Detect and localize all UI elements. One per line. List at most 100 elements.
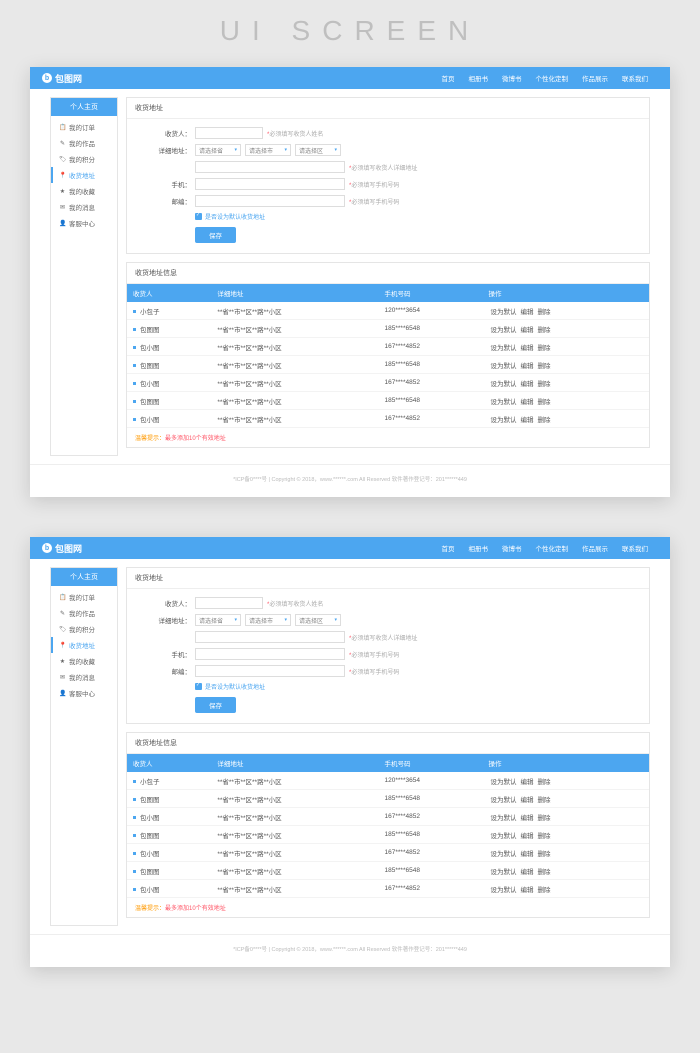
sidebar-icon: 📍 — [59, 172, 66, 179]
edit-link[interactable]: 编辑 — [520, 833, 533, 840]
delete-link[interactable]: 删除 — [537, 363, 550, 370]
city-select[interactable]: 请选择市▾ — [245, 144, 291, 156]
phone-input[interactable] — [195, 178, 345, 190]
edit-link[interactable]: 编辑 — [520, 779, 533, 786]
edit-link[interactable]: 编辑 — [520, 309, 533, 316]
set-default-link[interactable]: 设为默认 — [490, 345, 516, 352]
delete-link[interactable]: 删除 — [537, 381, 550, 388]
edit-link[interactable]: 编辑 — [520, 417, 533, 424]
delete-link[interactable]: 删除 — [537, 417, 550, 424]
set-default-link[interactable]: 设为默认 — [490, 779, 516, 786]
sidebar-item-1[interactable]: ✎我的作品 — [51, 135, 117, 151]
save-button[interactable]: 保存 — [195, 227, 236, 243]
sidebar-item-0[interactable]: 📋我的订单 — [51, 119, 117, 135]
sidebar-item-3[interactable]: 📍收货地址 — [51, 167, 117, 183]
nav-item-1[interactable]: 相册书 — [469, 73, 489, 83]
zip-input[interactable] — [195, 195, 345, 207]
sidebar-item-4[interactable]: ★我的收藏 — [51, 653, 117, 669]
cell-name: 包小图 — [140, 417, 160, 424]
nav-item-2[interactable]: 微博书 — [502, 543, 522, 553]
sidebar-item-6[interactable]: 👤客服中心 — [51, 685, 117, 701]
edit-link[interactable]: 编辑 — [520, 327, 533, 334]
sidebar-item-4[interactable]: ★我的收藏 — [51, 183, 117, 199]
set-default-link[interactable]: 设为默认 — [490, 887, 516, 894]
set-default-link[interactable]: 设为默认 — [490, 833, 516, 840]
city-select[interactable]: 请选择市▾ — [245, 614, 291, 626]
edit-link[interactable]: 编辑 — [520, 815, 533, 822]
nav-item-4[interactable]: 作品展示 — [582, 73, 608, 83]
nav-item-5[interactable]: 联系我们 — [622, 543, 648, 553]
edit-link[interactable]: 编辑 — [520, 887, 533, 894]
set-default-link[interactable]: 设为默认 — [490, 399, 516, 406]
set-default-link[interactable]: 设为默认 — [490, 381, 516, 388]
delete-link[interactable]: 删除 — [537, 869, 550, 876]
nav-item-4[interactable]: 作品展示 — [582, 543, 608, 553]
sidebar-item-0[interactable]: 📋我的订单 — [51, 589, 117, 605]
sidebar-icon: ★ — [59, 188, 66, 195]
sidebar-item-2[interactable]: 🏷我的积分 — [51, 151, 117, 167]
set-default-link[interactable]: 设为默认 — [490, 309, 516, 316]
detail-address-input[interactable] — [195, 631, 345, 643]
cell-name: 小包子 — [140, 779, 160, 786]
delete-link[interactable]: 删除 — [537, 815, 550, 822]
set-default-link[interactable]: 设为默认 — [490, 815, 516, 822]
edit-link[interactable]: 编辑 — [520, 869, 533, 876]
nav-item-3[interactable]: 个性化定制 — [536, 543, 569, 553]
sidebar-item-1[interactable]: ✎我的作品 — [51, 605, 117, 621]
form-hint: *必须填写手机号码 — [349, 197, 399, 206]
sidebar-item-5[interactable]: ✉我的消息 — [51, 199, 117, 215]
province-select[interactable]: 请选择省▾ — [195, 144, 241, 156]
logo[interactable]: b包图网 — [42, 542, 82, 555]
nav-item-1[interactable]: 相册书 — [469, 543, 489, 553]
set-default-link[interactable]: 设为默认 — [490, 869, 516, 876]
nav-item-0[interactable]: 首页 — [442, 543, 455, 553]
default-checkbox-row[interactable]: 是否设为默认收货地址 — [195, 212, 639, 221]
delete-link[interactable]: 删除 — [537, 833, 550, 840]
set-default-link[interactable]: 设为默认 — [490, 417, 516, 424]
cell-name: 包小图 — [140, 381, 160, 388]
sidebar-item-label: 我的收藏 — [69, 186, 95, 196]
province-select[interactable]: 请选择省▾ — [195, 614, 241, 626]
sidebar-item-label: 我的作品 — [69, 138, 95, 148]
sidebar-item-2[interactable]: 🏷我的积分 — [51, 621, 117, 637]
logo[interactable]: b包图网 — [42, 72, 82, 85]
delete-link[interactable]: 删除 — [537, 797, 550, 804]
sidebar-item-3[interactable]: 📍收货地址 — [51, 637, 117, 653]
phone-input[interactable] — [195, 648, 345, 660]
form-label: 详细地址： — [157, 615, 191, 625]
delete-link[interactable]: 删除 — [537, 345, 550, 352]
recipient-input[interactable] — [195, 127, 263, 139]
zip-input[interactable] — [195, 665, 345, 677]
default-checkbox-row[interactable]: 是否设为默认收货地址 — [195, 682, 639, 691]
set-default-link[interactable]: 设为默认 — [490, 797, 516, 804]
delete-link[interactable]: 删除 — [537, 887, 550, 894]
district-select[interactable]: 请选择区▾ — [295, 614, 341, 626]
sidebar-item-5[interactable]: ✉我的消息 — [51, 669, 117, 685]
edit-link[interactable]: 编辑 — [520, 345, 533, 352]
detail-address-input[interactable] — [195, 161, 345, 173]
edit-link[interactable]: 编辑 — [520, 399, 533, 406]
sidebar-icon: 📋 — [59, 594, 66, 601]
district-select[interactable]: 请选择区▾ — [295, 144, 341, 156]
nav-item-2[interactable]: 微博书 — [502, 73, 522, 83]
set-default-link[interactable]: 设为默认 — [490, 327, 516, 334]
save-button[interactable]: 保存 — [195, 697, 236, 713]
set-default-link[interactable]: 设为默认 — [490, 363, 516, 370]
bullet-icon — [133, 816, 136, 819]
delete-link[interactable]: 删除 — [537, 851, 550, 858]
delete-link[interactable]: 删除 — [537, 327, 550, 334]
set-default-link[interactable]: 设为默认 — [490, 851, 516, 858]
delete-link[interactable]: 删除 — [537, 779, 550, 786]
delete-link[interactable]: 删除 — [537, 309, 550, 316]
nav-item-5[interactable]: 联系我们 — [622, 73, 648, 83]
sidebar-item-6[interactable]: 👤客服中心 — [51, 215, 117, 231]
cell-address: **省**市**区**路**小区 — [211, 772, 378, 790]
edit-link[interactable]: 编辑 — [520, 851, 533, 858]
edit-link[interactable]: 编辑 — [520, 797, 533, 804]
recipient-input[interactable] — [195, 597, 263, 609]
nav-item-3[interactable]: 个性化定制 — [536, 73, 569, 83]
nav-item-0[interactable]: 首页 — [442, 73, 455, 83]
delete-link[interactable]: 删除 — [537, 399, 550, 406]
edit-link[interactable]: 编辑 — [520, 381, 533, 388]
edit-link[interactable]: 编辑 — [520, 363, 533, 370]
